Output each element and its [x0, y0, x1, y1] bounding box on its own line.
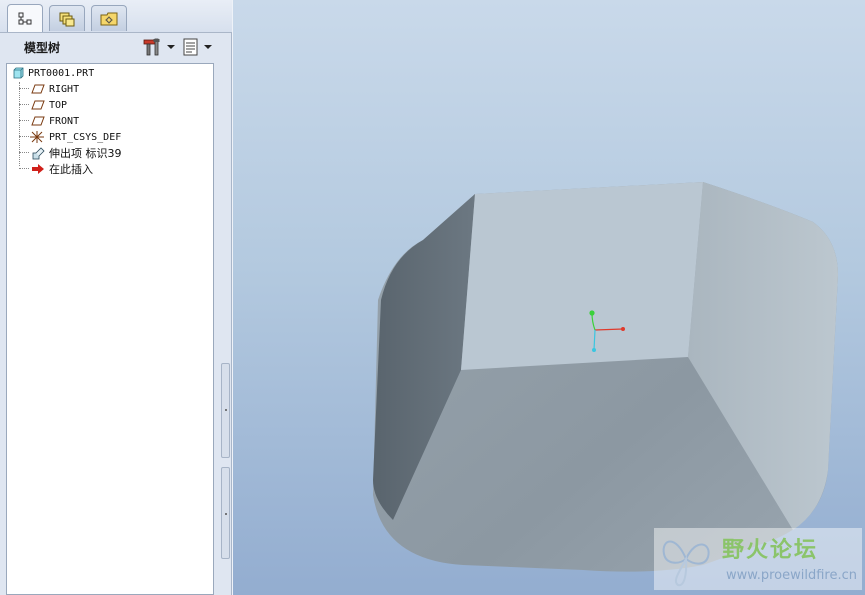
- datum-plane-icon: [31, 100, 45, 110]
- watermark-title: 野火论坛: [722, 538, 819, 563]
- tree-item-label: PRT0001.PRT: [28, 67, 95, 79]
- model-render: [373, 182, 838, 572]
- part-icon: [13, 67, 24, 79]
- list-icon: [183, 38, 198, 56]
- model-tree: PRT0001.PRT RIGHT TOP FRONT PRT_CSYS_DEF: [6, 63, 214, 595]
- tree-show-button[interactable]: [182, 37, 216, 57]
- butterfly-logo-icon: [662, 540, 710, 587]
- insert-here-arrow-icon: [32, 164, 44, 174]
- chevron-down-icon: [167, 45, 175, 49]
- tree-connector-branch: [19, 152, 29, 153]
- extrude-feature-icon: [32, 147, 45, 160]
- forum-watermark: 野火论坛 www.proewildfire.cn: [654, 528, 862, 590]
- tree-item-label: 在此插入: [49, 163, 93, 176]
- tree-connector-branch: [19, 136, 29, 137]
- tree-connector: [19, 82, 20, 166]
- tree-connector-branch: [19, 168, 29, 169]
- tree-settings-button[interactable]: [143, 37, 177, 57]
- tree-item-label: RIGHT: [49, 83, 80, 95]
- tree-item-insert-here[interactable]: 在此插入: [31, 161, 93, 177]
- navigator-tabs: [0, 0, 232, 33]
- model-tree-tab-icon: [18, 12, 32, 24]
- tree-item-root[interactable]: PRT0001.PRT: [12, 65, 94, 81]
- coordinate-system-icon: [30, 131, 44, 143]
- tools-icon: [143, 38, 160, 56]
- watermark-url: www.proewildfire.cn: [726, 568, 857, 583]
- folder-browser-tab-icon: [100, 12, 118, 25]
- datum-plane-icon: [31, 116, 45, 126]
- tree-item-extrude[interactable]: 伸出项 标识39: [31, 145, 122, 161]
- tree-item-label: FRONT: [49, 115, 80, 127]
- grip-dot: [225, 409, 227, 411]
- navigator-panel: 模型树 PRT0001.PRT RIGHT TOP FRONT PRT_CSYS…: [0, 0, 232, 595]
- tab-model-tree[interactable]: [7, 4, 43, 32]
- tree-connector-branch: [19, 104, 29, 105]
- graphics-viewport[interactable]: [233, 0, 865, 595]
- tree-item-csys[interactable]: PRT_CSYS_DEF: [29, 129, 121, 145]
- model-top-face: [461, 182, 703, 370]
- tab-layers[interactable]: [49, 5, 85, 31]
- model-tree-title: 模型树: [24, 41, 61, 55]
- tree-item-label: TOP: [49, 99, 68, 111]
- tree-item-label: 伸出项 标识39: [49, 147, 122, 160]
- tree-item-label: PRT_CSYS_DEF: [49, 131, 122, 143]
- model-tree-header: 模型树: [0, 33, 231, 61]
- tree-connector-branch: [19, 120, 29, 121]
- tree-connector-branch: [19, 88, 29, 89]
- datum-plane-icon: [31, 84, 45, 94]
- panel-splitter-handle-lower[interactable]: [221, 467, 230, 559]
- tree-item-right[interactable]: RIGHT: [31, 81, 79, 97]
- panel-splitter-handle[interactable]: [221, 363, 230, 458]
- chevron-down-icon: [204, 45, 212, 49]
- layers-tab-icon: [59, 12, 75, 26]
- tree-item-top[interactable]: TOP: [31, 97, 67, 113]
- tree-item-front[interactable]: FRONT: [31, 113, 79, 129]
- grip-dot: [225, 513, 227, 515]
- tab-folder-browser[interactable]: [91, 5, 127, 31]
